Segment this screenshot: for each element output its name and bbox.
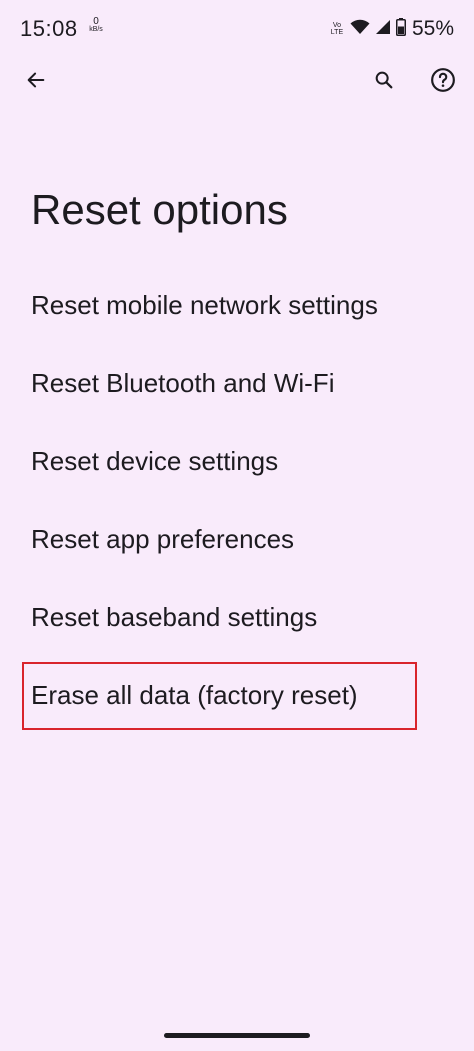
search-icon xyxy=(373,69,395,96)
option-reset-device-settings[interactable]: Reset device settings xyxy=(0,422,474,500)
network-speed-value: 0 xyxy=(93,16,99,27)
battery-percent: 55% xyxy=(411,17,454,40)
volte-top: Vo xyxy=(332,22,342,29)
signal-icon xyxy=(375,19,391,40)
highlight-annotation-box xyxy=(22,662,417,730)
option-reset-bluetooth-wifi[interactable]: Reset Bluetooth and Wi-Fi xyxy=(0,344,474,422)
help-circle-icon xyxy=(430,67,456,98)
arrow-left-icon xyxy=(25,69,47,96)
search-button[interactable] xyxy=(366,64,402,100)
toolbar xyxy=(0,58,474,106)
status-icons: Vo LTE 55% xyxy=(329,17,454,41)
network-speed: 0 kB/s xyxy=(87,16,105,34)
volte-indicator: Vo LTE xyxy=(329,22,345,36)
status-bar: 15:08 0 kB/s Vo LTE 55% xyxy=(0,0,474,58)
option-reset-app-preferences[interactable]: Reset app preferences xyxy=(0,500,474,578)
option-reset-baseband-settings[interactable]: Reset baseband settings xyxy=(0,578,474,656)
gesture-nav-handle[interactable] xyxy=(164,1033,310,1038)
back-button[interactable] xyxy=(18,64,54,100)
wifi-icon xyxy=(350,19,370,40)
status-time: 15:08 xyxy=(20,16,78,41)
page-title: Reset options xyxy=(31,186,288,233)
network-speed-unit: kB/s xyxy=(89,26,103,33)
battery-icon xyxy=(395,17,406,41)
help-button[interactable] xyxy=(425,64,461,100)
option-reset-mobile-network[interactable]: Reset mobile network settings xyxy=(0,266,474,344)
volte-bottom: LTE xyxy=(330,29,344,36)
